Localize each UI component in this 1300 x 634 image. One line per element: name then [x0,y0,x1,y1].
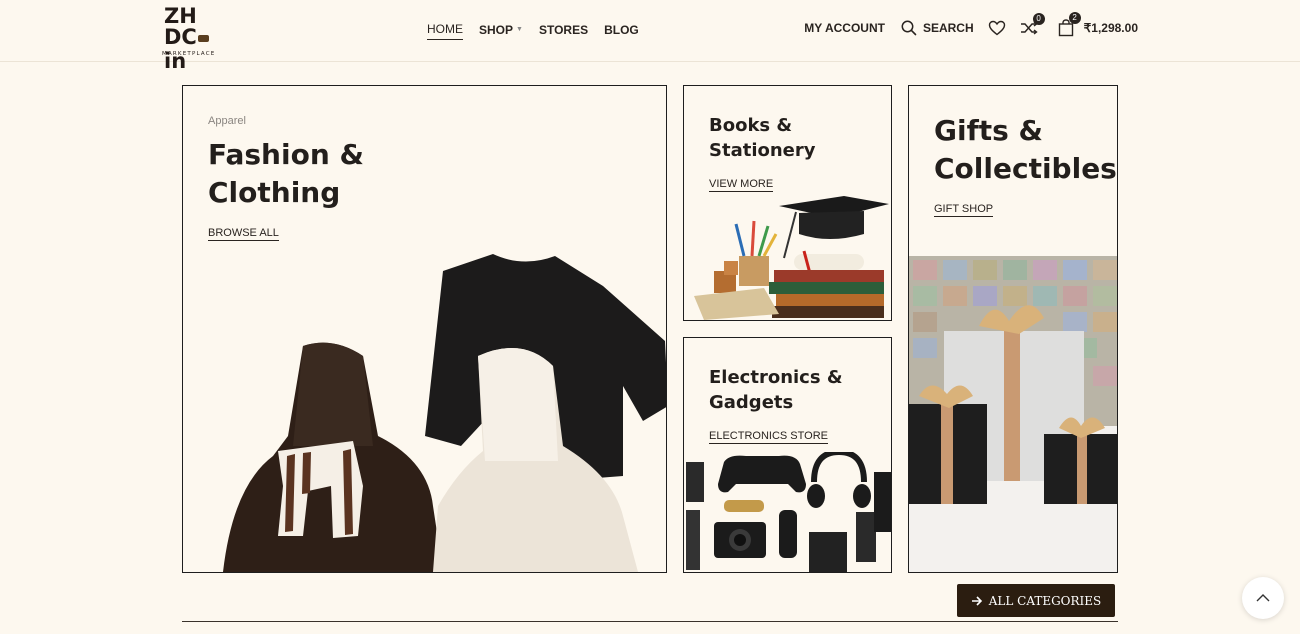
all-categories-button[interactable]: ALL CATEGORIES [957,584,1115,617]
nav-blog[interactable]: BLOG [604,22,639,40]
nav-shop-label: SHOP [479,22,514,37]
view-more-link[interactable]: VIEW MORE [709,178,774,192]
logo-line-2: DCin [164,25,226,73]
cart-count-badge: 2 [1068,12,1081,24]
chevron-down-icon: ▼ [516,26,523,33]
scroll-to-top-button[interactable] [1242,577,1284,619]
fashion-title: Fashion & Clothing [208,138,364,209]
all-categories-label: ALL CATEGORIES [988,593,1102,608]
nav-shop[interactable]: SHOP ▼ [479,22,523,40]
wishlist-button[interactable] [988,20,1006,36]
compare-count-badge: 0 [1032,13,1045,25]
search-button[interactable]: SEARCH [901,20,974,36]
nav-stores[interactable]: STORES [539,22,588,40]
cart-button[interactable]: 2 [1058,12,1081,37]
header-actions: MY ACCOUNT SEARCH 0 2 ₹1,298.00 [804,12,1138,37]
search-label: SEARCH [922,21,974,35]
fashion-kicker: Apparel [208,115,246,127]
gifts-collectibles-image [909,256,1117,572]
electronics-gadgets-image [686,452,891,572]
electronics-store-link[interactable]: ELECTRONICS STORE [709,430,828,444]
gifts-title: Gifts & Collectibles [934,114,1117,185]
site-logo[interactable]: ZH DCin MARKETPLACE [160,4,226,73]
gift-shop-link[interactable]: GIFT SHOP [934,203,994,217]
site-header: ZH DCin MARKETPLACE HOME SHOP ▼ STORES BL… [0,0,1300,73]
fashion-apparel-image [223,254,666,572]
electronics-title: Electronics & Gadgets [709,367,843,413]
cart-total[interactable]: ₹1,298.00 [1084,21,1138,35]
main-nav: HOME SHOP ▼ STORES BLOG [427,22,639,40]
my-account-link[interactable]: MY ACCOUNT [804,21,885,35]
category-card-gifts[interactable]: Gifts & Collectibles GIFT SHOP [908,85,1118,573]
section-divider [182,621,1118,622]
arrow-right-icon [971,595,982,606]
browse-all-link[interactable]: BROWSE ALL [208,227,279,241]
coin-icon [197,34,209,42]
nav-home[interactable]: HOME [427,22,463,40]
books-title: Books & Stationery [709,115,816,161]
category-card-books[interactable]: Books & Stationery VIEW MORE [683,85,892,321]
chevron-up-icon [1256,594,1270,602]
category-card-electronics[interactable]: Electronics & Gadgets ELECTRONICS STORE [683,337,892,573]
search-icon [901,20,917,36]
category-card-fashion[interactable]: Apparel Fashion & Clothing BROWSE ALL [182,85,667,573]
logo-tagline: MARKETPLACE [162,51,216,57]
logo-text-a: DC [164,25,197,49]
compare-button[interactable]: 0 [1020,13,1045,36]
books-stationery-image [694,196,889,320]
heart-icon [988,20,1005,36]
